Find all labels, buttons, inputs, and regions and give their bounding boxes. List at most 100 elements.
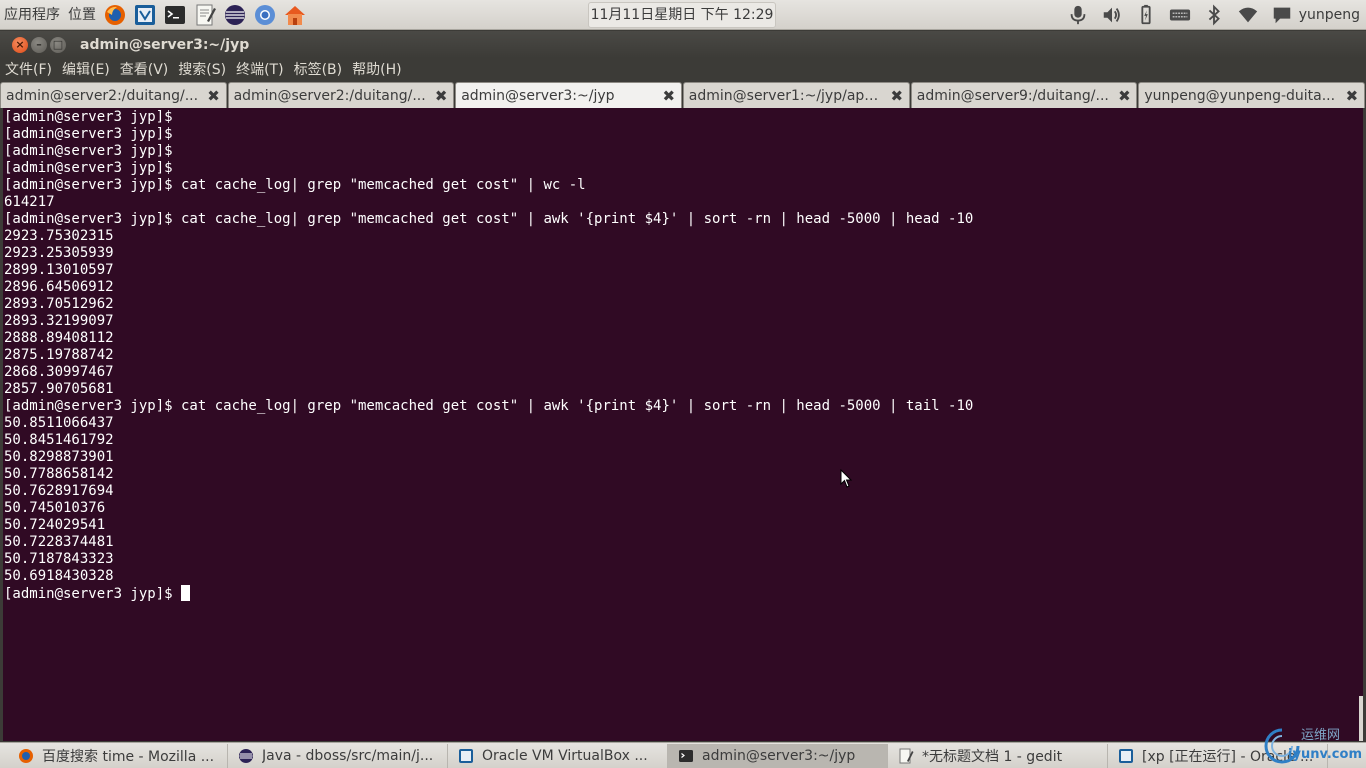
eclipse-icon[interactable] bbox=[222, 2, 248, 28]
terminal-line: 2923.25305939 bbox=[4, 245, 114, 261]
menu-item[interactable]: 终端(T) bbox=[231, 58, 288, 82]
text-editor-icon bbox=[898, 748, 914, 764]
tab-bar: admin@server2:/duitang/... ✖ admin@server2… bbox=[0, 82, 1366, 108]
virtualbox-icon bbox=[458, 748, 474, 764]
terminal-line: [admin@server3 jyp]$ cat cache_log| grep… bbox=[4, 398, 974, 414]
menu-item[interactable]: 搜索(S) bbox=[173, 58, 231, 82]
user-name[interactable]: yunpeng bbox=[1299, 7, 1360, 23]
menu-item[interactable]: 查看(V) bbox=[115, 58, 174, 82]
chromium-icon[interactable] bbox=[252, 2, 278, 28]
taskbar-window-button[interactable]: *无标题文档 1 - gedit bbox=[888, 743, 1108, 768]
microphone-icon[interactable] bbox=[1064, 0, 1092, 30]
tab-label: admin@server3:~/jyp bbox=[461, 87, 615, 104]
menu-item[interactable]: 文件(F) bbox=[0, 58, 57, 82]
close-tab-icon[interactable]: ✖ bbox=[1116, 88, 1132, 104]
terminal-line: 2875.19788742 bbox=[4, 347, 114, 363]
tab-label: admin@server2:/duitang/... bbox=[233, 87, 426, 104]
taskbar-window-button[interactable]: 百度搜索 time - Mozilla ... bbox=[8, 743, 228, 768]
terminal-tab[interactable]: admin@server9:/duitang/... ✖ bbox=[910, 82, 1138, 108]
terminal-line: [admin@server3 jyp]$ bbox=[4, 109, 173, 125]
tab-label: admin@server2:/duitang/... bbox=[6, 87, 199, 104]
terminal-tab[interactable]: admin@server3:~/jyp ✖ bbox=[455, 82, 682, 108]
menubar: 文件(F) 编辑(E) 查看(V) 搜索(S) 终端(T) 标签(B) 帮助(H) bbox=[0, 58, 1366, 82]
terminal-line: 50.6918430328 bbox=[4, 568, 114, 584]
virtualbox-icon bbox=[1118, 748, 1134, 764]
terminal-line: 50.745010376 bbox=[4, 500, 106, 516]
keyboard-icon[interactable] bbox=[1166, 0, 1194, 30]
terminal-line: [admin@server3 jyp]$ cat cache_log| grep… bbox=[4, 177, 586, 193]
wifi-icon[interactable] bbox=[1234, 0, 1262, 30]
chat-icon[interactable] bbox=[1268, 0, 1296, 30]
terminal-line: 50.724029541 bbox=[4, 517, 106, 533]
terminal-line: [admin@server3 jyp]$ bbox=[4, 126, 173, 142]
tab-label: yunpeng@yunpeng-duita... bbox=[1144, 87, 1336, 104]
terminal-tab[interactable]: admin@server2:/duitang/... ✖ bbox=[227, 82, 455, 108]
close-tab-icon[interactable]: ✖ bbox=[1344, 88, 1360, 104]
minimize-window-button[interactable]: – bbox=[31, 36, 47, 53]
terminal-line: [admin@server3 jyp]$ cat cache_log| grep… bbox=[4, 211, 974, 227]
terminal-icon bbox=[678, 748, 694, 764]
terminal-line: 50.8298873901 bbox=[4, 449, 114, 465]
terminal-line: 2893.32199097 bbox=[4, 313, 114, 329]
text-editor-icon[interactable] bbox=[192, 2, 218, 28]
terminal-line: 50.8511066437 bbox=[4, 415, 114, 431]
bottom-taskbar: 百度搜索 time - Mozilla ... Java - dboss/src/… bbox=[0, 742, 1366, 768]
terminal-tab[interactable]: admin@server1:~/jyp/app/... ✖ bbox=[682, 82, 910, 108]
close-tab-icon[interactable]: ✖ bbox=[433, 88, 449, 104]
watermark-bottom-text: iyunv.com bbox=[1288, 747, 1362, 762]
close-tab-icon[interactable]: ✖ bbox=[889, 88, 905, 104]
close-tab-icon[interactable]: ✖ bbox=[206, 88, 222, 104]
battery-icon[interactable] bbox=[1132, 0, 1160, 30]
window-title: admin@server3:~/jyp bbox=[80, 36, 250, 53]
terminal-line: 50.7788658142 bbox=[4, 466, 114, 482]
watermark-logo: 运维网 iyunv.com bbox=[1262, 724, 1362, 766]
close-window-button[interactable]: × bbox=[12, 36, 28, 53]
home-folder-icon[interactable] bbox=[282, 2, 308, 28]
terminal-line: 50.7228374481 bbox=[4, 534, 114, 550]
taskbar-label: Java - dboss/src/main/j... bbox=[262, 747, 434, 764]
terminal-line: 50.7628917694 bbox=[4, 483, 114, 499]
menu-item[interactable]: 帮助(H) bbox=[347, 58, 406, 82]
tab-label: admin@server1:~/jyp/app/... bbox=[688, 87, 885, 104]
terminal-line: 2896.64506912 bbox=[4, 279, 114, 295]
terminal-line: 50.7187843323 bbox=[4, 551, 114, 567]
terminal-tab[interactable]: yunpeng@yunpeng-duita... ✖ bbox=[1138, 82, 1365, 108]
terminal-line: [admin@server3 jyp]$ bbox=[4, 143, 173, 159]
terminal-icon[interactable] bbox=[162, 2, 188, 28]
terminal-line: [admin@server3 jyp]$ bbox=[4, 160, 173, 176]
taskbar-window-button[interactable]: Oracle VM VirtualBox ... bbox=[448, 743, 668, 768]
terminal-line: 2857.90705681 bbox=[4, 381, 114, 397]
close-tab-icon[interactable]: ✖ bbox=[661, 88, 677, 104]
menu-item[interactable]: 标签(B) bbox=[289, 58, 348, 82]
terminal-tab[interactable]: admin@server2:/duitang/... ✖ bbox=[0, 82, 227, 108]
terminal-output: [admin@server3 jyp]$ [admin@server3 jyp]$… bbox=[3, 108, 1363, 585]
firefox-icon[interactable] bbox=[102, 2, 128, 28]
applications-menu[interactable]: 应用程序 bbox=[0, 0, 64, 30]
taskbar-label: 百度搜索 time - Mozilla ... bbox=[42, 748, 215, 765]
terminal-line: 2923.75302315 bbox=[4, 228, 114, 244]
taskbar-label: admin@server3:~/jyp bbox=[702, 747, 856, 764]
bluetooth-icon[interactable] bbox=[1200, 0, 1228, 30]
indicator-area: yunpeng bbox=[1061, 0, 1366, 30]
volume-icon[interactable] bbox=[1098, 0, 1126, 30]
maximize-window-button[interactable]: □ bbox=[50, 36, 66, 53]
virtualbox-icon[interactable] bbox=[132, 2, 158, 28]
terminal-line: 2868.30997467 bbox=[4, 364, 114, 380]
taskbar-label: *无标题文档 1 - gedit bbox=[922, 748, 1063, 765]
terminal-line: 614217 bbox=[4, 194, 55, 210]
terminal-line: 2899.13010597 bbox=[4, 262, 114, 278]
firefox-icon bbox=[18, 748, 34, 764]
menu-item[interactable]: 编辑(E) bbox=[57, 58, 115, 82]
taskbar-window-button[interactable]: Java - dboss/src/main/j... bbox=[228, 743, 448, 768]
prompt-text: [admin@server3 jyp]$ bbox=[4, 586, 182, 602]
places-menu[interactable]: 位置 bbox=[64, 0, 100, 30]
window-titlebar[interactable]: × – □ admin@server3:~/jyp bbox=[0, 31, 1366, 58]
eclipse-icon bbox=[238, 748, 254, 764]
terminal-area[interactable]: [admin@server3 jyp]$ [admin@server3 jyp]$… bbox=[3, 108, 1363, 741]
terminal-prompt[interactable]: [admin@server3 jyp]$ bbox=[3, 585, 1363, 602]
clock[interactable]: 11月11日星期日 下午 12:29 bbox=[588, 2, 776, 28]
top-panel: 应用程序 位置 11月11日星期日 下午 12:29 yunpeng bbox=[0, 0, 1366, 30]
watermark-top-text: 运维网 bbox=[1300, 728, 1340, 743]
taskbar-window-button[interactable]: admin@server3:~/jyp bbox=[668, 743, 888, 768]
taskbar-label: Oracle VM VirtualBox ... bbox=[482, 747, 648, 764]
